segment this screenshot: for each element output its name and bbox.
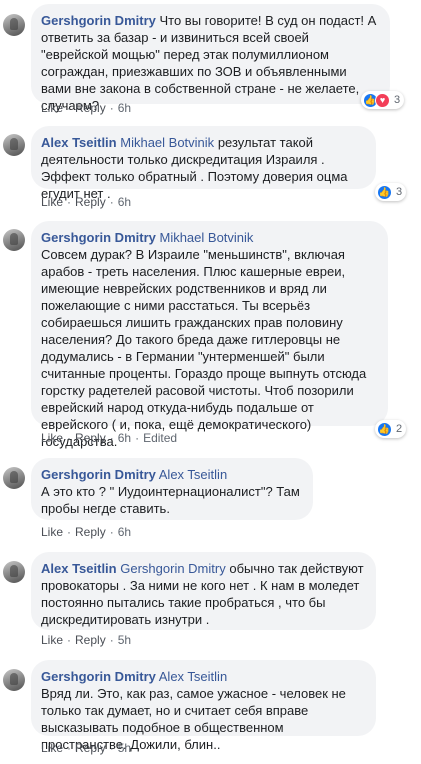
- reaction-count: 3: [394, 94, 401, 106]
- reply-link[interactable]: Reply: [75, 741, 106, 755]
- reply-link[interactable]: Reply: [75, 431, 106, 445]
- like-icon: 👍: [377, 184, 392, 200]
- avatar[interactable]: [3, 229, 25, 251]
- avatar[interactable]: [3, 14, 25, 36]
- mention-link[interactable]: Mikhael Botvinik: [120, 135, 214, 150]
- mention-link[interactable]: Alex Tseitlin: [159, 467, 227, 482]
- comment-actions: Like · Reply · 6h · Edited: [41, 431, 178, 445]
- like-link[interactable]: Like: [41, 431, 63, 445]
- mention-link[interactable]: Gershgorin Dmitry: [120, 561, 225, 576]
- reply-link[interactable]: Reply: [75, 101, 106, 115]
- like-link[interactable]: Like: [41, 195, 63, 209]
- comment-bubble: Gershgorin Dmitry Alex Tseitlin А это кт…: [31, 458, 313, 520]
- comment-bubble: Alex Tseitlin Mikhael Botvinik результат…: [31, 126, 376, 201]
- like-link[interactable]: Like: [41, 741, 63, 755]
- comment-author[interactable]: Gershgorin Dmitry: [41, 669, 156, 684]
- reactions-badge[interactable]: 👍 3: [375, 183, 407, 201]
- reaction-count: 2: [396, 423, 403, 435]
- comment-bubble: Gershgorin Dmitry Что вы говорите! В суд…: [31, 4, 390, 113]
- timestamp[interactable]: 6h: [118, 101, 131, 115]
- reply-link[interactable]: Reply: [75, 525, 106, 539]
- timestamp[interactable]: 6h: [118, 525, 131, 539]
- comment-actions: Like · Reply · 5h: [41, 633, 132, 647]
- reaction-count: 3: [396, 186, 403, 198]
- comment-actions: Like · Reply · 5h: [41, 741, 132, 755]
- timestamp[interactable]: 6h: [118, 431, 131, 445]
- avatar[interactable]: [3, 134, 25, 156]
- avatar[interactable]: [3, 669, 25, 691]
- comment-text: Совсем дурак? В Израиле "меньшинств", вк…: [41, 247, 367, 449]
- reactions-badge[interactable]: 👍 2: [375, 420, 407, 438]
- like-icon: 👍: [377, 421, 392, 437]
- comment-text: Что вы говорите! В суд он подаст! А отве…: [41, 13, 377, 113]
- timestamp[interactable]: 5h: [118, 741, 131, 755]
- comment-text: А это кто ? " Иудоинтернационалист"? Там…: [41, 484, 300, 516]
- comment-bubble: Gershgorin Dmitry Alex Tseitlin Вряд ли.…: [31, 660, 376, 752]
- comment-author[interactable]: Alex Tseitlin: [41, 561, 117, 576]
- comment-actions: Like · Reply · 6h: [41, 101, 132, 115]
- comment-bubble: Gershgorin Dmitry Mikhael Botvinik Совсе…: [31, 221, 388, 449]
- avatar[interactable]: [3, 561, 25, 583]
- mention-link[interactable]: Mikhael Botvinik: [159, 230, 253, 245]
- comment-actions: Like · Reply · 6h: [41, 525, 132, 539]
- like-link[interactable]: Like: [41, 101, 63, 115]
- avatar[interactable]: [3, 467, 25, 489]
- comment-actions: Like · Reply · 6h: [41, 195, 132, 209]
- reactions-badge[interactable]: 👍 ♥ 3: [361, 91, 405, 109]
- timestamp[interactable]: 6h: [118, 195, 131, 209]
- reply-link[interactable]: Reply: [75, 633, 106, 647]
- comment-bubble: Alex Tseitlin Gershgorin Dmitry обычно т…: [31, 552, 376, 630]
- comment-author[interactable]: Gershgorin Dmitry: [41, 230, 156, 245]
- edited-label[interactable]: Edited: [143, 431, 177, 445]
- comment-author[interactable]: Alex Tseitlin: [41, 135, 117, 150]
- reply-link[interactable]: Reply: [75, 195, 106, 209]
- mention-link[interactable]: Alex Tseitlin: [159, 669, 227, 684]
- comment-author[interactable]: Gershgorin Dmitry: [41, 13, 156, 28]
- like-link[interactable]: Like: [41, 525, 63, 539]
- love-icon: ♥: [375, 92, 390, 108]
- timestamp[interactable]: 5h: [118, 633, 131, 647]
- like-link[interactable]: Like: [41, 633, 63, 647]
- comment-author[interactable]: Gershgorin Dmitry: [41, 467, 156, 482]
